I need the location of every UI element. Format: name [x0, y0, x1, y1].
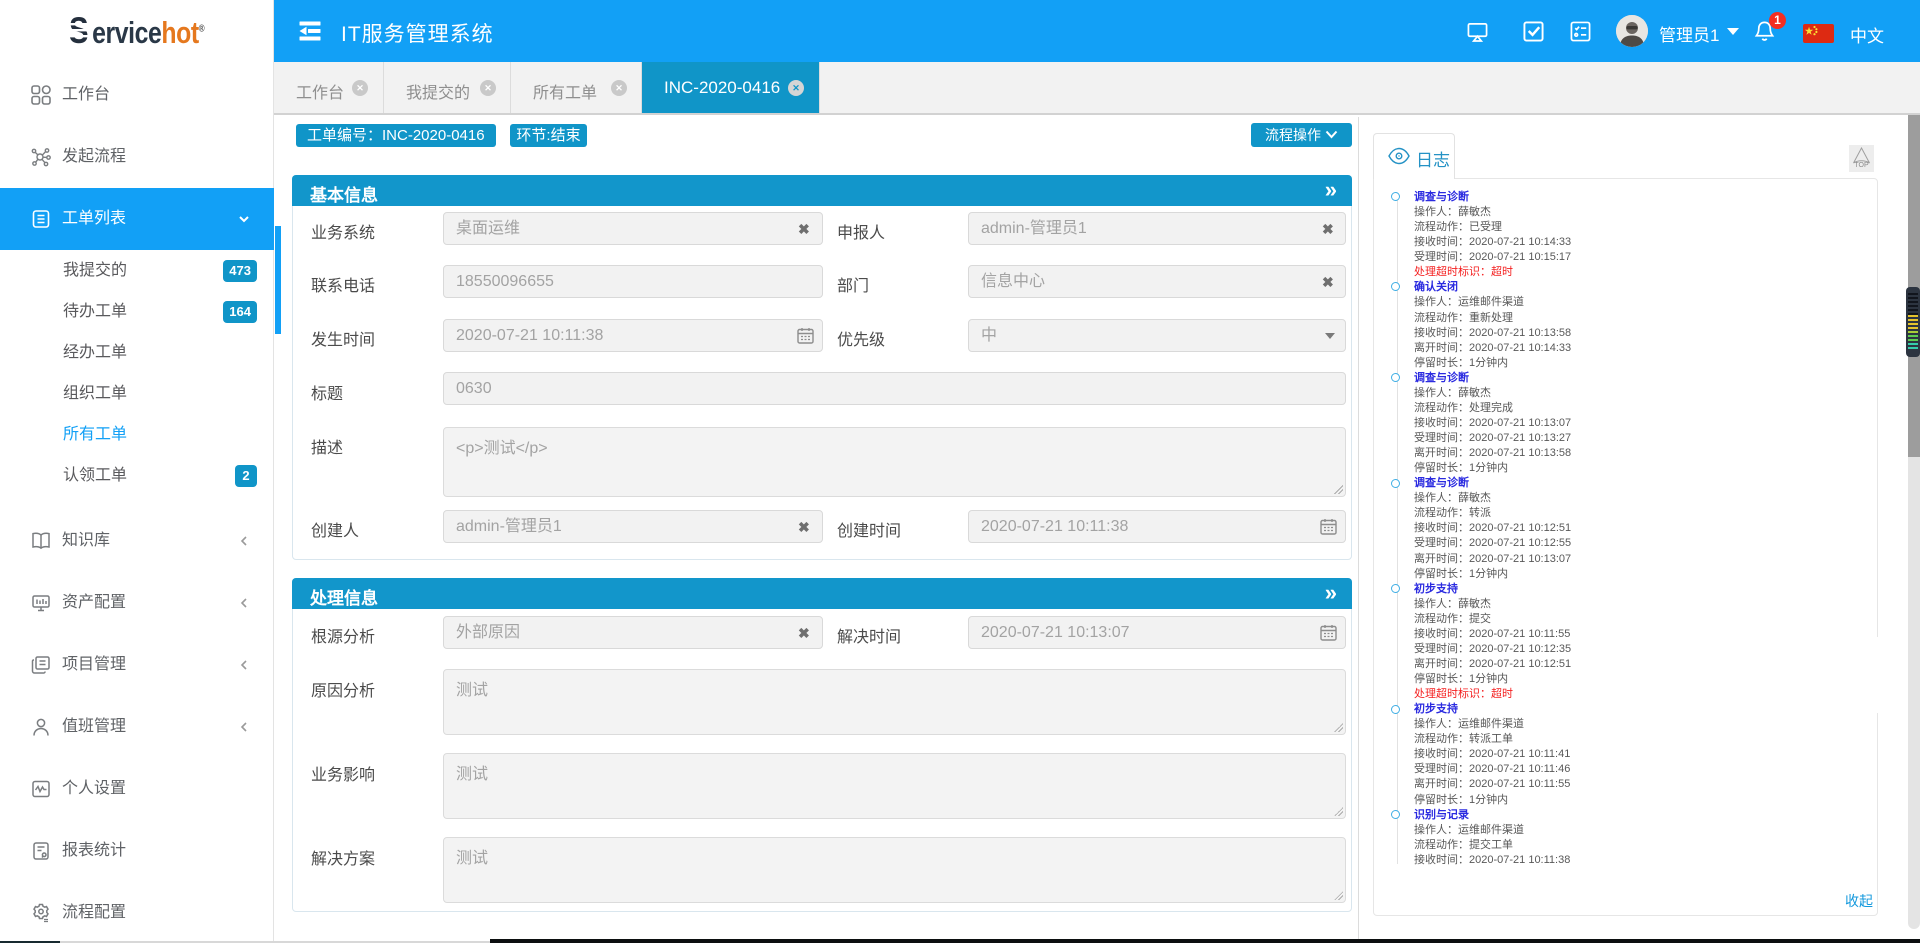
svg-text:S: S — [69, 15, 88, 48]
